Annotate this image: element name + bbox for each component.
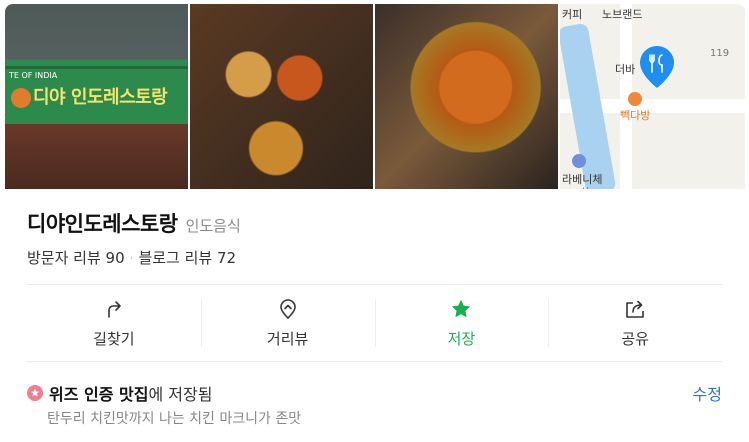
directions-icon bbox=[108, 300, 121, 318]
edit-button[interactable]: 수정 bbox=[693, 381, 722, 405]
directions-button[interactable]: 길찾기 bbox=[27, 285, 201, 361]
building-poi-icon bbox=[572, 154, 586, 168]
saved-badge-row: 위즈 인증 맛집에 저장됨 bbox=[27, 381, 212, 405]
blog-review-link[interactable]: 블로그 리뷰 72 bbox=[138, 247, 236, 268]
photo-strip[interactable]: TE OF INDIA 디야 인도레스토랑 커피 노브랜드 더바 119 빽다방… bbox=[5, 4, 745, 189]
map-label-bottom2: 6차 bbox=[574, 184, 590, 189]
review-counts: 방문자 리뷰 90 · 블로그 리뷰 72 bbox=[27, 247, 236, 268]
badge-list-name[interactable]: 위즈 인증 맛집 bbox=[49, 385, 148, 404]
save-button[interactable]: 저장 bbox=[374, 285, 549, 361]
star-icon bbox=[452, 299, 471, 317]
map-label-building: 노브랜드 bbox=[602, 8, 643, 21]
street-view-label: 거리뷰 bbox=[266, 329, 309, 348]
title-row: 디야인도레스토랑 인도음식 bbox=[27, 208, 241, 238]
saved-note: 탄두리 치킨맛까지 나는 치킨 마크니가 존맛 bbox=[47, 411, 302, 427]
sign-small-text: TE OF INDIA bbox=[9, 71, 58, 80]
location-pin-icon bbox=[640, 46, 674, 88]
action-bar: 길찾기 거리뷰 저장 공유 bbox=[27, 285, 722, 361]
food-photo-2[interactable] bbox=[375, 4, 558, 189]
food-photo-1[interactable] bbox=[190, 4, 373, 189]
share-button[interactable]: 공유 bbox=[548, 285, 722, 361]
store-sign: TE OF INDIA 디야 인도레스토랑 bbox=[5, 66, 188, 124]
share-label: 공유 bbox=[621, 329, 649, 348]
review-separator: · bbox=[129, 250, 134, 265]
certified-star-icon bbox=[27, 385, 43, 401]
storefront-photo[interactable]: TE OF INDIA 디야 인도레스토랑 bbox=[5, 4, 188, 189]
share-icon bbox=[626, 300, 644, 318]
visitor-review-link[interactable]: 방문자 리뷰 90 bbox=[27, 247, 125, 268]
badge-suffix: 에 저장됨 bbox=[148, 385, 213, 404]
cafe-poi-icon bbox=[628, 92, 642, 106]
sign-logo bbox=[11, 88, 31, 108]
map-label-num: 119 bbox=[710, 48, 730, 59]
place-name[interactable]: 디야인도레스토랑 bbox=[27, 208, 178, 238]
map-thumbnail[interactable]: 커피 노브랜드 더바 119 빽다방 라베니체 6차 bbox=[560, 4, 745, 189]
directions-label: 길찾기 bbox=[93, 329, 135, 348]
divider-bottom bbox=[27, 361, 722, 362]
sign-title-text: 디야 인도레스토랑 bbox=[33, 87, 168, 108]
map-label-poi: 빽다방 bbox=[620, 109, 651, 122]
save-label: 저장 bbox=[447, 329, 476, 348]
street-view-button[interactable]: 거리뷰 bbox=[200, 285, 375, 361]
place-category: 인도음식 bbox=[185, 217, 241, 235]
street-view-icon bbox=[279, 298, 296, 319]
map-label-near: 더바 bbox=[615, 63, 636, 76]
map-label-cafe: 커피 bbox=[562, 8, 583, 21]
